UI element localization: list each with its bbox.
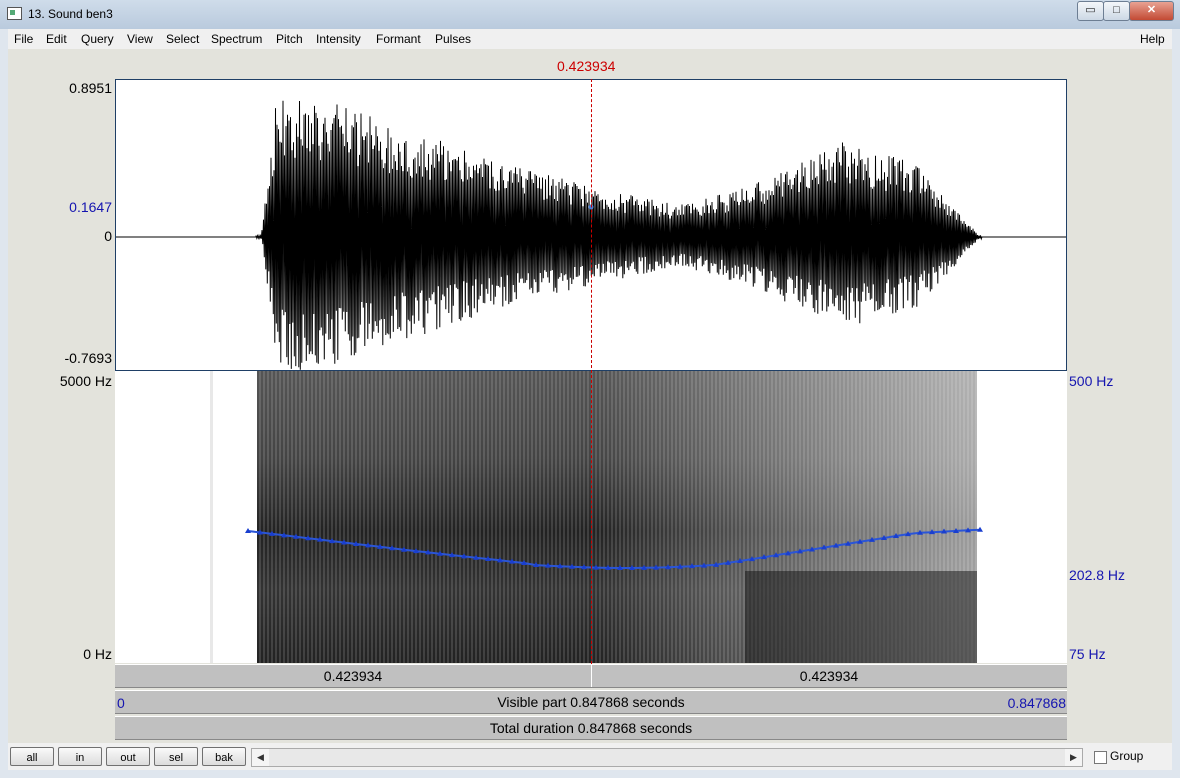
left-part-label[interactable]: 0.423934 bbox=[115, 665, 591, 687]
menu-spectrum[interactable]: Spectrum bbox=[211, 32, 262, 46]
window-title: 13. Sound ben3 bbox=[28, 7, 113, 21]
waveform-cursor-value-label: 0.1647 bbox=[69, 199, 112, 215]
right-part-label[interactable]: 0.423934 bbox=[591, 665, 1067, 687]
praat-app-icon[interactable] bbox=[7, 7, 22, 20]
menu-view[interactable]: View bbox=[127, 32, 153, 46]
minimize-button[interactable]: ▭ bbox=[1077, 1, 1104, 21]
menu-pitch[interactable]: Pitch bbox=[276, 32, 303, 46]
visible-part-text: Visible part 0.847868 seconds bbox=[497, 694, 685, 710]
group-label: Group bbox=[1110, 749, 1144, 763]
waveform-zero-label: 0 bbox=[104, 228, 112, 244]
zoom-all-button[interactable]: all bbox=[10, 747, 54, 766]
pitch-bottom-label: 75 Hz bbox=[1069, 646, 1106, 662]
visible-end-label: 0.847868 bbox=[1007, 695, 1066, 711]
zoom-in-button[interactable]: in bbox=[58, 747, 102, 766]
selection-time-bar[interactable]: 0.423934 0.423934 bbox=[115, 664, 1067, 688]
pitch-top-label: 500 Hz bbox=[1069, 373, 1114, 389]
total-duration-text: Total duration 0.847868 seconds bbox=[489, 720, 693, 736]
scroll-right-arrow-icon[interactable]: ▶ bbox=[1065, 749, 1082, 766]
pitch-value-label: 202.8 Hz bbox=[1069, 567, 1126, 583]
menu-intensity[interactable]: Intensity bbox=[316, 32, 361, 46]
menu-edit[interactable]: Edit bbox=[46, 32, 67, 46]
maximize-button[interactable]: □ bbox=[1103, 1, 1130, 21]
cursor-time-label: 0.423934 bbox=[557, 58, 616, 74]
menu-pulses[interactable]: Pulses bbox=[435, 32, 471, 46]
menu-select[interactable]: Select bbox=[166, 32, 199, 46]
zoom-selection-button[interactable]: sel bbox=[154, 747, 198, 766]
visible-part-bar[interactable]: Visible part 0.847868 seconds bbox=[115, 690, 1067, 714]
group-checkbox[interactable] bbox=[1094, 751, 1107, 764]
waveform-ymin-label: -0.7693 bbox=[64, 350, 112, 366]
waveform-ymax-label: 0.8951 bbox=[69, 80, 112, 96]
menu-query[interactable]: Query bbox=[81, 32, 114, 46]
visible-start-label: 0 bbox=[117, 695, 125, 711]
title-bar: 13. Sound ben3 ▭ □ ✕ bbox=[0, 0, 1180, 29]
menu-bar: File Edit Query View Select Spectrum Pit… bbox=[8, 29, 1172, 49]
zoom-back-button[interactable]: bak bbox=[202, 747, 246, 766]
scroll-left-arrow-icon[interactable]: ◀ bbox=[252, 749, 269, 766]
menu-formant[interactable]: Formant bbox=[376, 32, 421, 46]
close-button[interactable]: ✕ bbox=[1129, 1, 1174, 21]
total-duration-bar[interactable]: Total duration 0.847868 seconds bbox=[115, 716, 1067, 740]
bottom-toolbar: all in out sel bak ◀ ▶ Group bbox=[8, 743, 1172, 770]
spectrogram-top-freq-label: 5000 Hz bbox=[59, 373, 112, 389]
menu-file[interactable]: File bbox=[14, 32, 33, 46]
menu-help[interactable]: Help bbox=[1140, 32, 1165, 46]
zoom-out-button[interactable]: out bbox=[106, 747, 150, 766]
spectrogram-bottom-freq-label: 0 Hz bbox=[83, 646, 112, 662]
horizontal-scrollbar[interactable]: ◀ ▶ bbox=[251, 748, 1083, 767]
cursor-line bbox=[591, 79, 592, 664]
